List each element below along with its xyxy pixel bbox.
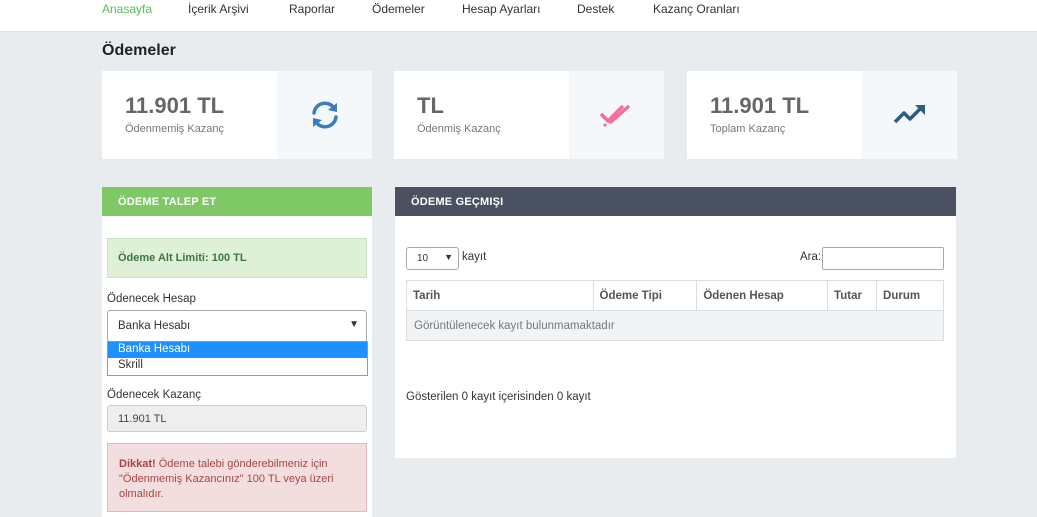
nav-item-payments[interactable]: Ödemeler [372,2,425,16]
stat-icon-box [277,71,372,159]
refresh-icon [311,101,338,129]
account-dropdown: Banka Hesabı Skrill [107,341,368,376]
caret-down-icon: ▼ [349,319,359,330]
account-option-bank[interactable]: Banka Hesabı [108,342,367,358]
page-length-label: kayıt [462,251,487,263]
payment-limit-alert: Ödeme Alt Limiti: 100 TL [107,238,367,278]
column-header-amount[interactable]: Tutar [827,280,878,311]
warning-title: Dikkat! [119,458,156,470]
stat-card-unpaid: 11.901 TL Ödenmemiş Kazanç [102,71,372,159]
nav-item-account-settings[interactable]: Hesap Ayarları [462,2,541,16]
account-select-value: Banka Hesabı [118,320,191,332]
stat-label: Ödenmiş Kazanç [417,123,501,135]
table-info: Gösterilen 0 kayıt içerisinden 0 kayıt [406,391,591,403]
nav-item-home[interactable]: Anasayfa [102,2,152,16]
page-title: Ödemeler [102,42,176,59]
double-check-icon [599,104,630,128]
stat-icon-box [569,71,664,159]
column-header-date[interactable]: Tarih [406,280,594,311]
account-select[interactable]: Banka Hesabı ▼ [107,310,367,342]
account-label: Ödenecek Hesap [107,293,196,305]
page-length-value: 10 [417,253,429,264]
table-header-row: Tarih Ödeme Tipi Ödenen Hesap Tutar Duru… [406,280,944,311]
stat-value: 11.901 TL [125,93,225,118]
payment-history-table: Tarih Ödeme Tipi Ödenen Hesap Tutar Duru… [406,280,944,341]
warning-alert: Dikkat! Ödeme talebi gönderebilmeniz içi… [107,443,367,512]
stat-value: TL [417,93,444,118]
stat-card-paid: TL Ödenmiş Kazanç [394,71,664,159]
stat-label: Toplam Kazanç [710,123,786,135]
trending-up-icon [893,105,925,124]
page-length-select[interactable]: 10 ▼ [406,247,459,270]
panel-header: ÖDEME TALEP ET [102,187,372,216]
stat-card-total: 11.901 TL Toplam Kazanç [687,71,957,159]
nav-item-earning-rates[interactable]: Kazanç Oranları [653,2,740,16]
column-header-status[interactable]: Durum [876,280,944,311]
stat-value: 11.901 TL [710,93,810,118]
empty-table-message: Görüntülenecek kayıt bulunmamaktadır [406,310,944,341]
nav-item-support[interactable]: Destek [577,2,614,16]
stat-label: Ödenmemiş Kazanç [125,123,225,135]
amount-field: 11.901 TL [107,405,367,432]
account-option-skrill[interactable]: Skrill [108,358,367,374]
amount-label: Ödenecek Kazanç [107,389,201,401]
column-header-paid-account[interactable]: Ödenen Hesap [696,280,829,311]
nav-item-reports[interactable]: Raporlar [289,2,335,16]
payment-history-panel: ÖDEME GEÇMIŞI 10 ▼ kayıt Ara: Tarih Ödem… [395,187,956,458]
table-row: Görüntülenecek kayıt bulunmamaktadır [406,310,944,341]
caret-down-icon: ▼ [444,252,453,262]
top-nav: Anasayfa İçerik Arşivi Raporlar Ödemeler… [0,0,1037,32]
column-header-payment-type[interactable]: Ödeme Tipi [592,280,698,311]
stat-icon-box [862,71,957,159]
search-input[interactable] [822,247,944,270]
nav-item-content-archive[interactable]: İçerik Arşivi [188,2,249,16]
panel-header: ÖDEME GEÇMIŞI [395,187,956,216]
search-label: Ara: [800,251,822,263]
payment-request-panel: ÖDEME TALEP ET Ödeme Alt Limiti: 100 TL … [102,187,372,517]
